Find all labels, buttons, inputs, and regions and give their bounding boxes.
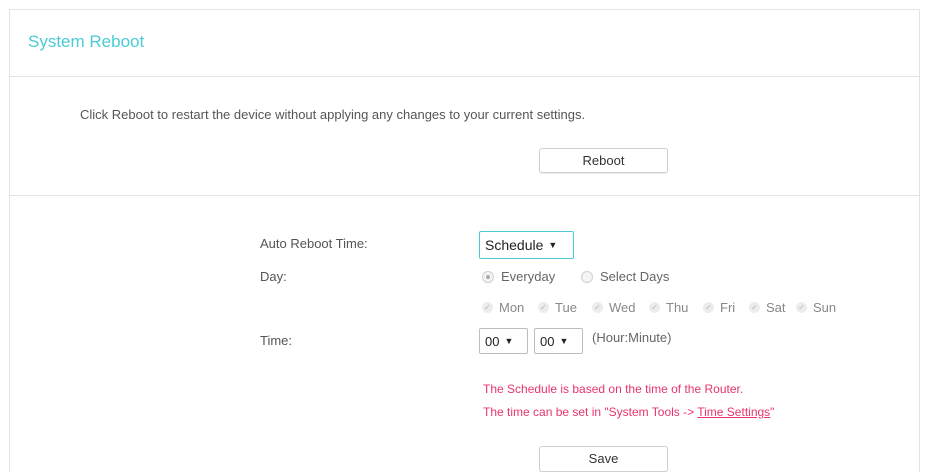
wed-label: Wed (609, 300, 636, 315)
thu-checkbox[interactable]: ✓ (649, 302, 660, 313)
section-divider (10, 195, 919, 196)
everyday-radio[interactable] (482, 271, 494, 283)
minute-select[interactable]: 00 ▼ (534, 328, 583, 354)
sat-checkbox[interactable]: ✓ (749, 302, 760, 313)
reboot-button[interactable]: Reboot (539, 148, 668, 173)
select-days-option-label: Select Days (600, 269, 670, 284)
tue-checkbox[interactable]: ✓ (538, 302, 549, 313)
everyday-option-label: Everyday (501, 269, 556, 284)
time-format-hint: (Hour:Minute) (592, 330, 672, 345)
sun-label: Sun (813, 300, 837, 315)
sun-checkbox[interactable]: ✓ (796, 302, 807, 313)
schedule-note-suffix: " (770, 405, 775, 419)
chevron-down-icon: ▼ (559, 336, 569, 346)
time-label: Time: (260, 333, 293, 348)
sat-label: Sat (766, 300, 786, 315)
auto-reboot-time-value: Schedule (485, 237, 544, 253)
hour-select[interactable]: 00 ▼ (479, 328, 528, 354)
auto-reboot-time-select[interactable]: Schedule ▼ (479, 231, 574, 259)
thu-label: Thu (666, 300, 689, 315)
wed-checkbox[interactable]: ✓ (592, 302, 603, 313)
mon-checkbox[interactable]: ✓ (482, 302, 493, 313)
hour-value: 00 (485, 333, 500, 349)
page-title: System Reboot (28, 32, 145, 51)
system-reboot-panel: System Reboot Click Reboot to restart th… (9, 9, 920, 472)
save-button[interactable]: Save (539, 446, 668, 472)
fri-checkbox[interactable]: ✓ (703, 302, 714, 313)
reboot-description: Click Reboot to restart the device witho… (80, 107, 586, 122)
mon-label: Mon (499, 300, 525, 315)
fri-label: Fri (720, 300, 736, 315)
minute-value: 00 (540, 333, 555, 349)
auto-reboot-time-label: Auto Reboot Time: (260, 236, 368, 251)
schedule-note-prefix: The time can be set in "System Tools -> (483, 405, 698, 419)
select-days-radio[interactable] (581, 271, 593, 283)
schedule-note-line1: The Schedule is based on the time of the… (483, 382, 744, 396)
tue-label: Tue (555, 300, 577, 315)
day-label: Day: (260, 269, 287, 284)
time-settings-link[interactable]: Time Settings (697, 405, 770, 419)
title-bar: System Reboot (10, 10, 919, 77)
chevron-down-icon: ▼ (504, 336, 514, 346)
schedule-note-line2: The time can be set in "System Tools -> … (483, 405, 774, 419)
chevron-down-icon: ▼ (548, 240, 558, 250)
